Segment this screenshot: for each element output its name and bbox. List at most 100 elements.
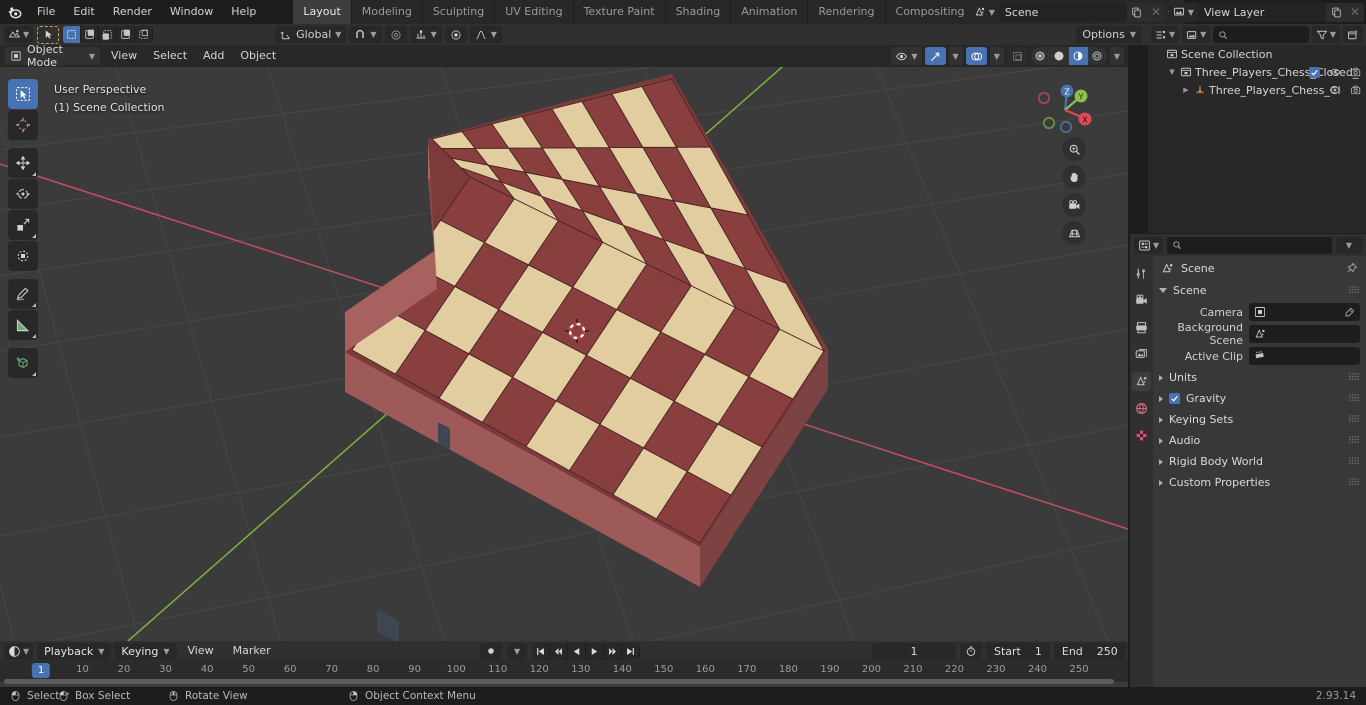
subtract-selection-icon[interactable] xyxy=(99,26,118,43)
tweak-tool[interactable] xyxy=(8,79,38,109)
panel-header-scene[interactable]: Scene xyxy=(1153,280,1366,301)
unlink-scene-button[interactable]: ✕ xyxy=(1146,2,1165,22)
cursor-tool[interactable] xyxy=(8,110,38,140)
blender-logo-icon[interactable] xyxy=(0,0,28,24)
timeline-menu-keying[interactable]: Keying ▼ xyxy=(114,642,177,660)
panel-header-gravity[interactable]: Gravity xyxy=(1153,388,1366,409)
menu-edit[interactable]: Edit xyxy=(64,3,103,21)
set-selection-icon[interactable] xyxy=(63,26,82,43)
viewport-menu-view[interactable]: View xyxy=(103,47,145,65)
scale-tool[interactable] xyxy=(8,210,38,240)
disclosure-triangle[interactable]: ▼ xyxy=(1167,68,1177,76)
view-layer-icon[interactable]: ▼ xyxy=(1168,2,1198,22)
shading-dropdown[interactable]: ▼ xyxy=(1109,47,1124,65)
chevron-down-icon[interactable]: ▼ xyxy=(1336,236,1362,254)
snap-magnet-icon[interactable]: ▼ xyxy=(349,26,382,43)
solid-shading-icon[interactable] xyxy=(1050,47,1069,65)
tool-tab[interactable] xyxy=(1132,264,1151,283)
intersect-selection-icon[interactable] xyxy=(135,26,154,43)
filter-id-icon[interactable]: ▼ xyxy=(1182,26,1211,43)
overlays-dropdown[interactable]: ▼ xyxy=(989,47,1004,65)
timeline-scrollbar[interactable] xyxy=(4,679,1114,684)
workspace-tab-animation[interactable]: Animation xyxy=(731,0,808,24)
exclude-checkbox[interactable] xyxy=(1309,66,1320,78)
workspace-tab-modeling[interactable]: Modeling xyxy=(351,0,422,24)
viewport-options-dropdown[interactable]: Options ▼ xyxy=(1076,26,1142,43)
play-icon[interactable] xyxy=(586,642,605,660)
camera-render-icon[interactable] xyxy=(1350,66,1362,78)
remove-view-layer-button[interactable]: ✕ xyxy=(1346,2,1364,22)
transform-orientation-dropdown[interactable]: Global ▼ xyxy=(275,26,347,43)
start-frame-field[interactable]: Start 1 xyxy=(986,642,1050,660)
end-frame-field[interactable]: End 250 xyxy=(1053,642,1126,660)
current-frame-field[interactable]: 1 xyxy=(872,642,956,660)
gizmo-icon[interactable] xyxy=(924,47,946,65)
rotate-tool[interactable] xyxy=(8,179,38,209)
3d-viewport[interactable]: User Perspective (1) Scene Collection Z … xyxy=(0,67,1128,641)
view-layer-name-field[interactable]: View Layer xyxy=(1198,2,1326,22)
jump-to-start-icon[interactable] xyxy=(532,642,551,660)
timeline-menu-playback[interactable]: Playback ▼ xyxy=(37,642,112,660)
record-keyframes-icon[interactable] xyxy=(480,642,502,660)
panel-header-audio[interactable]: Audio xyxy=(1153,430,1366,451)
stopwatch-icon[interactable] xyxy=(960,642,982,660)
object-types-visibility-icon[interactable]: ▼ xyxy=(891,47,922,65)
outliner[interactable]: Scene Collection ▼ Three_Players_Chess_Clo… xyxy=(1148,45,1366,233)
outliner-row[interactable]: Scene Collection xyxy=(1148,45,1366,63)
jump-to-end-icon[interactable] xyxy=(622,642,641,660)
menu-window[interactable]: Window xyxy=(161,3,222,21)
menu-help[interactable]: Help xyxy=(222,3,265,21)
proportional-falloff-icon[interactable]: ▼ xyxy=(409,26,442,43)
eyedropper-icon[interactable] xyxy=(1344,307,1355,318)
view-layer-tab[interactable] xyxy=(1132,345,1151,364)
menu-file[interactable]: File xyxy=(28,3,64,21)
active-tool-icon[interactable] xyxy=(37,25,60,44)
funnel-icon[interactable]: ▼ xyxy=(1311,26,1340,43)
property-field-active-clip[interactable] xyxy=(1249,347,1360,365)
workspace-tab-uv-editing[interactable]: UV Editing xyxy=(495,0,573,24)
world-tab[interactable] xyxy=(1132,399,1151,418)
rendered-shading-icon[interactable] xyxy=(1088,47,1107,65)
timeline-menu-marker[interactable]: Marker xyxy=(225,642,279,660)
render-tab[interactable] xyxy=(1132,291,1151,310)
ortho-persp-toggle-icon[interactable] xyxy=(1062,221,1086,245)
workspace-tab-rendering[interactable]: Rendering xyxy=(808,0,885,24)
property-field-background-scene[interactable] xyxy=(1249,325,1360,343)
menu-render[interactable]: Render xyxy=(104,3,161,21)
properties-search-input[interactable] xyxy=(1167,236,1332,254)
jump-next-keyframe-icon[interactable] xyxy=(604,642,623,660)
panel-header-units[interactable]: Units xyxy=(1153,367,1366,388)
workspace-tab-texture-paint[interactable]: Texture Paint xyxy=(573,0,665,24)
panel-header-custom-properties[interactable]: Custom Properties xyxy=(1153,472,1366,493)
eye-icon[interactable] xyxy=(1329,84,1341,96)
measure-tool[interactable] xyxy=(8,310,38,340)
extend-selection-icon[interactable] xyxy=(81,26,100,43)
pin-icon[interactable] xyxy=(1346,262,1358,274)
chess-board-model[interactable] xyxy=(0,67,1128,641)
viewport-menu-select[interactable]: Select xyxy=(145,47,195,65)
scene-tab[interactable] xyxy=(1132,372,1151,391)
property-field-camera[interactable] xyxy=(1249,303,1360,321)
add-cube-tool[interactable] xyxy=(8,348,38,378)
view-layer-selector[interactable]: ▼ View Layer ✕ xyxy=(1168,2,1364,22)
panel-header-keying-sets[interactable]: Keying Sets xyxy=(1153,409,1366,430)
new-collection-icon[interactable] xyxy=(1343,26,1363,43)
falloff-curve-icon[interactable]: ▼ xyxy=(469,26,502,43)
invert-selection-icon[interactable] xyxy=(117,26,136,43)
annotate-tool[interactable] xyxy=(8,279,38,309)
zoom-icon[interactable] xyxy=(1062,137,1086,161)
pan-hand-icon[interactable] xyxy=(1062,165,1086,189)
jump-prev-keyframe-icon[interactable] xyxy=(550,642,569,660)
record-mode-dropdown[interactable]: ▼ xyxy=(507,642,528,660)
viewport-menu-add[interactable]: Add xyxy=(195,47,232,65)
navigation-gizmo[interactable]: Z Y X xyxy=(1030,75,1100,145)
timeline-menu-view[interactable]: View xyxy=(180,642,222,660)
move-tool[interactable] xyxy=(8,148,38,178)
workspace-tab-compositing[interactable]: Compositing xyxy=(885,0,975,24)
transform-tool[interactable] xyxy=(8,241,38,271)
workspace-tab-layout[interactable]: Layout xyxy=(293,0,351,24)
camera-view-icon[interactable] xyxy=(1062,193,1086,217)
texture-tab[interactable] xyxy=(1132,426,1151,445)
scene-name-field[interactable]: Scene xyxy=(998,2,1127,22)
new-scene-button[interactable] xyxy=(1126,2,1147,22)
